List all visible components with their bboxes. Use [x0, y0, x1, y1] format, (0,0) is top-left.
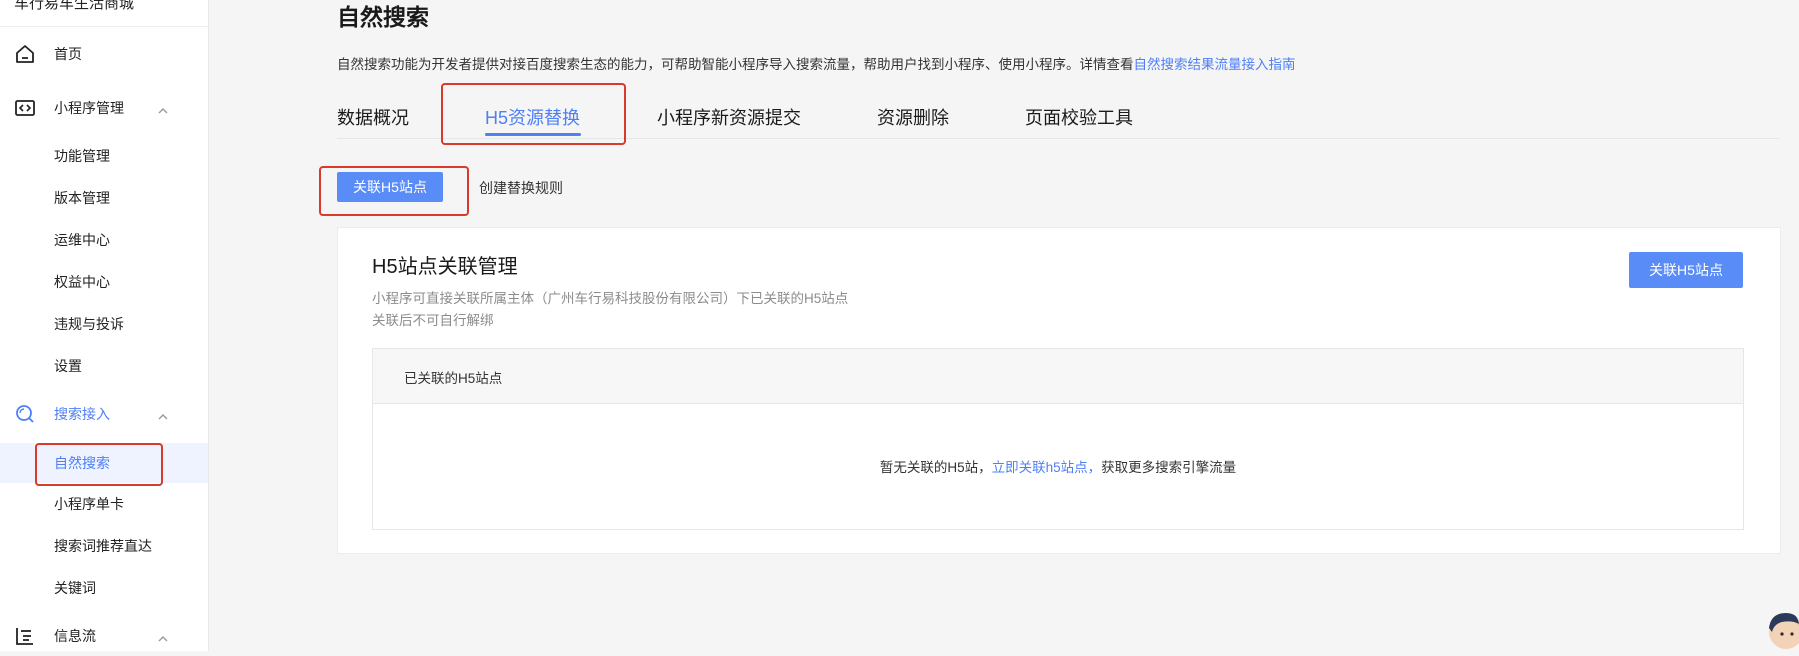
sidebar-item-search-term-direct[interactable]: 搜索词推荐直达 — [0, 527, 208, 565]
sidebar-item-label: 信息流 — [54, 628, 96, 644]
table-header: 已关联的H5站点 — [373, 349, 1743, 404]
sidebar-item-label: 搜索接入 — [54, 406, 110, 422]
chevron-up-icon — [158, 631, 168, 642]
code-icon — [14, 98, 36, 118]
feed-icon — [14, 626, 36, 646]
tab-data-overview[interactable]: 数据概况 — [337, 104, 409, 130]
sidebar-item-miniprogram-manage[interactable]: 小程序管理 — [0, 89, 208, 127]
sidebar-item-label: 版本管理 — [54, 190, 110, 206]
highlight-link-h5-button — [319, 166, 469, 216]
sidebar-item-miniprogram-card[interactable]: 小程序单卡 — [0, 485, 208, 523]
sidebar-item-label: 设置 — [54, 358, 82, 374]
page-title: 自然搜索 — [337, 4, 429, 30]
highlight-natural-search — [35, 443, 163, 486]
h5-site-management-card: H5站点关联管理 小程序可直接关联所属主体（广州车行易科技股份有限公司）下已关联… — [337, 227, 1781, 554]
tab-new-resource-submit[interactable]: 小程序新资源提交 — [657, 104, 801, 130]
sidebar-item-label: 违规与投诉 — [54, 316, 124, 332]
brand-name: 车行易车生活商城 — [14, 0, 135, 12]
sidebar-item-label: 权益中心 — [54, 274, 110, 290]
sidebar-item-violations[interactable]: 违规与投诉 — [0, 305, 208, 343]
sidebar-item-label: 关键词 — [54, 580, 96, 596]
empty-text: 暂无关联的H5站， — [879, 460, 992, 475]
empty-text-suffix: 获取更多搜索引擎流量 — [1101, 460, 1237, 475]
sidebar-item-label: 运维中心 — [54, 232, 110, 248]
page-description: 自然搜索功能为开发者提供对接百度搜索生态的能力，可帮助智能小程序导入搜索流量，帮… — [337, 53, 1296, 73]
sidebar-item-search-access[interactable]: 搜索接入 — [0, 395, 208, 433]
card-subtitle: 小程序可直接关联所属主体（广州车行易科技股份有限公司）下已关联的H5站点 — [372, 291, 849, 306]
sidebar-item-feed[interactable]: 信息流 — [0, 617, 208, 655]
linked-sites-table: 已关联的H5站点 暂无关联的H5站，立即关联h5站点，获取更多搜索引擎流量 — [372, 348, 1744, 530]
column-header: 已关联的H5站点 — [404, 371, 503, 386]
description-text: 自然搜索功能为开发者提供对接百度搜索生态的能力，可帮助智能小程序导入搜索流量，帮… — [337, 57, 1134, 72]
tab-resource-delete[interactable]: 资源删除 — [877, 104, 949, 130]
sidebar-item-label: 小程序单卡 — [54, 496, 124, 512]
sidebar-item-keywords[interactable]: 关键词 — [0, 569, 208, 607]
sidebar-item-settings[interactable]: 设置 — [0, 347, 208, 385]
sidebar-item-version-manage[interactable]: 版本管理 — [0, 179, 208, 217]
create-replace-rule-link[interactable]: 创建替换规则 — [479, 178, 563, 198]
sidebar-item-rights-center[interactable]: 权益中心 — [0, 263, 208, 301]
sidebar-item-feature-manage[interactable]: 功能管理 — [0, 137, 208, 175]
guide-link[interactable]: 自然搜索结果流量接入指南 — [1134, 57, 1296, 72]
link-h5-now-link[interactable]: 立即关联h5站点， — [992, 460, 1102, 475]
card-title: H5站点关联管理 — [372, 256, 518, 278]
chevron-up-icon — [158, 103, 168, 114]
search-icon — [14, 404, 36, 424]
home-icon — [14, 44, 36, 64]
sidebar-item-label: 搜索词推荐直达 — [54, 538, 152, 554]
sidebar: 车行易车生活商城 首页 小程序管理 功能管理 版本管理 运维中心 权益中心 违规… — [0, 0, 209, 651]
card-note: 关联后不可自行解绑 — [372, 313, 494, 328]
sidebar-item-ops-center[interactable]: 运维中心 — [0, 221, 208, 259]
sidebar-item-home[interactable]: 首页 — [0, 35, 208, 73]
sidebar-item-label: 功能管理 — [54, 148, 110, 164]
tab-page-verify-tool[interactable]: 页面校验工具 — [1025, 104, 1133, 130]
sidebar-divider — [0, 26, 208, 27]
highlight-active-tab — [441, 83, 626, 145]
support-avatar-icon[interactable] — [1768, 610, 1799, 656]
sidebar-item-label: 首页 — [54, 46, 82, 62]
empty-state: 暂无关联的H5站，立即关联h5站点，获取更多搜索引擎流量 — [373, 456, 1743, 476]
sidebar-item-label: 小程序管理 — [54, 100, 124, 116]
link-h5-site-button[interactable]: 关联H5站点 — [1629, 252, 1743, 288]
chevron-up-icon — [158, 409, 168, 420]
